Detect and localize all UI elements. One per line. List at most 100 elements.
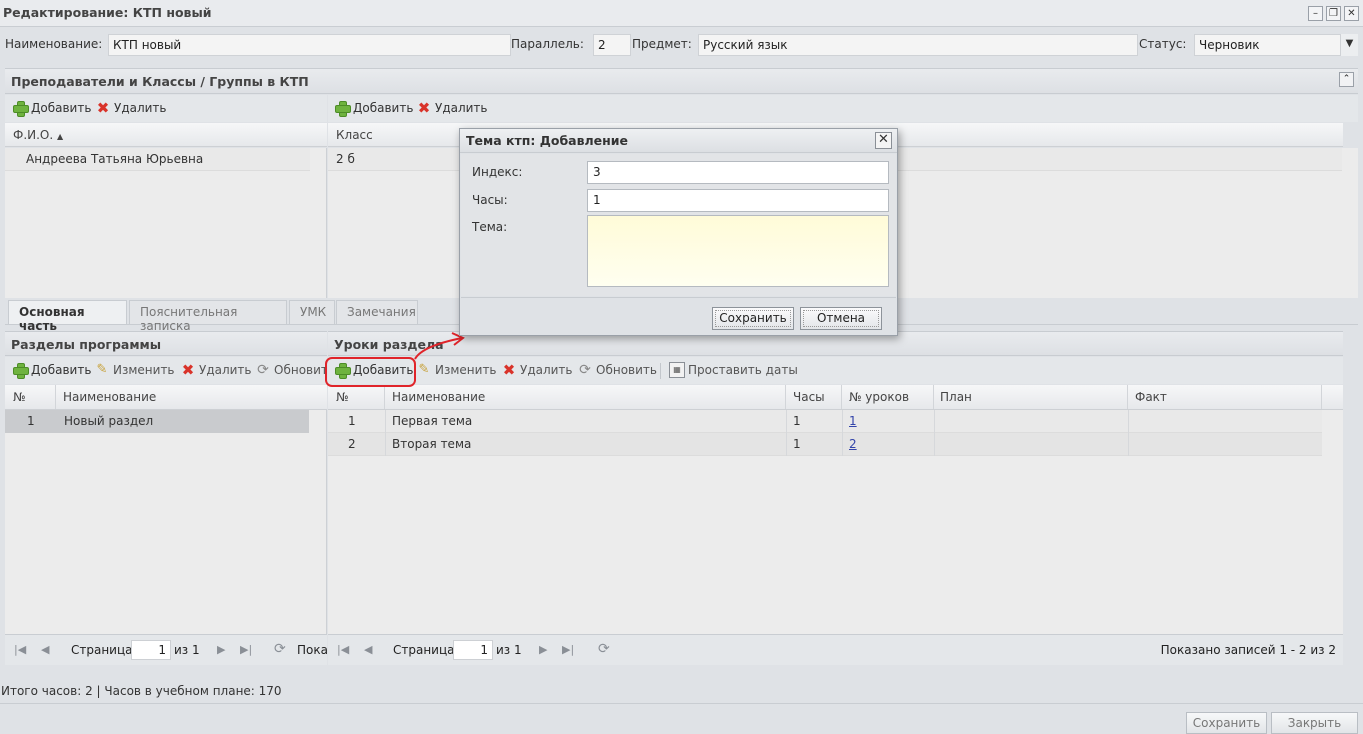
lesson-fact-header[interactable]: Факт bbox=[1128, 385, 1322, 409]
dialog-close-icon[interactable]: ✕ bbox=[875, 132, 892, 149]
column-divider bbox=[842, 433, 843, 456]
first-page-icon[interactable]: |◀ bbox=[337, 643, 349, 656]
topic-textarea[interactable] bbox=[587, 215, 889, 287]
minimize-icon[interactable]: – bbox=[1308, 6, 1323, 21]
add-topic-dialog: Тема ктп: Добавление ✕ Индекс: 3 Часы: 1… bbox=[459, 128, 898, 336]
delete-icon: ✖ bbox=[181, 361, 195, 379]
lesson-row-numbers-link[interactable]: 1 bbox=[849, 414, 857, 428]
prev-page-icon[interactable]: ◀ bbox=[364, 643, 372, 656]
dialog-save-button[interactable]: Сохранить bbox=[712, 307, 794, 330]
sections-toolbar: Добавить ✎ Изменить ✖ Удалить ⟳ Обновить bbox=[5, 357, 327, 384]
hours-label: Часы: bbox=[472, 193, 508, 207]
close-icon[interactable]: ✕ bbox=[1344, 6, 1359, 21]
pencil-icon: ✎ bbox=[418, 362, 430, 377]
prev-page-icon[interactable]: ◀ bbox=[41, 643, 49, 656]
name-label: Наименование: bbox=[5, 37, 103, 51]
dialog-body: Индекс: 3 Часы: 1 Тема: bbox=[461, 154, 896, 296]
section-refresh-label: Обновить bbox=[274, 363, 327, 377]
restore-icon[interactable]: ❐ bbox=[1326, 6, 1341, 21]
lesson-plan-header[interactable]: План bbox=[934, 385, 1128, 409]
table-row[interactable]: 2 Вторая тема 1 2 bbox=[328, 433, 1322, 456]
teacher-add-label: Добавить bbox=[31, 101, 92, 115]
section-num-header[interactable]: № bbox=[5, 385, 56, 409]
lesson-row-numbers-link[interactable]: 2 bbox=[849, 437, 857, 451]
page-input[interactable]: 1 bbox=[131, 640, 171, 660]
page-input[interactable]: 1 bbox=[453, 640, 493, 660]
sections-panel-header: Разделы программы bbox=[5, 331, 327, 356]
class-name: 2 б bbox=[336, 152, 355, 166]
delete-icon: ✖ bbox=[96, 99, 110, 117]
subject-field[interactable]: Русский язык bbox=[698, 34, 1138, 56]
teachers-toolbar: Добавить ✖ Удалить bbox=[5, 95, 327, 122]
lesson-delete-button[interactable]: ✖ Удалить bbox=[501, 362, 573, 378]
next-page-icon[interactable]: ▶ bbox=[217, 643, 225, 656]
status-label: Статус: bbox=[1139, 37, 1187, 51]
window-titlebar: Редактирование: КТП новый – ❐ ✕ bbox=[0, 0, 1363, 27]
collapse-icon[interactable]: ⌃ bbox=[1339, 72, 1354, 87]
plus-icon bbox=[12, 362, 29, 379]
class-delete-button[interactable]: ✖ Удалить bbox=[416, 100, 488, 116]
teacher-delete-button[interactable]: ✖ Удалить bbox=[95, 100, 167, 116]
sort-asc-icon: ▲ bbox=[57, 132, 64, 141]
parallel-field[interactable]: 2 bbox=[593, 34, 631, 56]
lesson-numbers-header[interactable]: № уроков bbox=[842, 385, 934, 409]
lesson-num-header[interactable]: № bbox=[328, 385, 385, 409]
delete-icon: ✖ bbox=[502, 361, 516, 379]
class-add-button[interactable]: Добавить bbox=[334, 100, 414, 117]
section-refresh-button[interactable]: ⟳ Обновить bbox=[255, 362, 327, 378]
lesson-edit-label: Изменить bbox=[435, 363, 497, 377]
add-button-highlight bbox=[325, 357, 416, 387]
first-page-icon[interactable]: |◀ bbox=[14, 643, 26, 656]
lesson-refresh-button[interactable]: ⟳ Обновить bbox=[577, 362, 657, 378]
sections-grid-header: № Наименование bbox=[5, 385, 327, 410]
next-page-icon[interactable]: ▶ bbox=[539, 643, 547, 656]
records-shown: Пока bbox=[297, 643, 327, 657]
lesson-row-num: 1 bbox=[348, 414, 356, 428]
tab-remarks[interactable]: Замечания bbox=[336, 300, 418, 324]
save-button[interactable]: Сохранить bbox=[1186, 712, 1267, 734]
toolbar-separator bbox=[660, 363, 661, 379]
sections-grid-body: 1 Новый раздел bbox=[5, 410, 327, 634]
window-title: Редактирование: КТП новый bbox=[3, 5, 212, 20]
table-row[interactable]: 1 Первая тема 1 1 bbox=[328, 410, 1322, 433]
section-add-button[interactable]: Добавить bbox=[12, 362, 91, 379]
class-add-label: Добавить bbox=[353, 101, 414, 115]
page-count: из 1 bbox=[174, 643, 200, 657]
status-select[interactable]: Черновик bbox=[1194, 34, 1358, 56]
lesson-name-header[interactable]: Наименование bbox=[385, 385, 786, 409]
refresh-icon[interactable]: ⟳ bbox=[598, 641, 610, 657]
chevron-down-icon[interactable]: ▼ bbox=[1340, 34, 1358, 56]
lesson-hours-header[interactable]: Часы bbox=[786, 385, 842, 409]
refresh-icon: ⟳ bbox=[257, 362, 269, 378]
section-name-header[interactable]: Наименование bbox=[63, 390, 156, 404]
refresh-icon[interactable]: ⟳ bbox=[274, 641, 286, 657]
last-page-icon[interactable]: ▶| bbox=[562, 643, 574, 656]
dialog-cancel-button[interactable]: Отмена bbox=[800, 307, 882, 330]
close-button[interactable]: Закрыть bbox=[1271, 712, 1358, 734]
header-form: Наименование: КТП новый Параллель: 2 Пре… bbox=[0, 28, 1363, 64]
tab-main[interactable]: Основная часть bbox=[8, 300, 127, 333]
lessons-grid-header: № Наименование Часы № уроков План Факт bbox=[328, 385, 1343, 410]
section-row-num: 1 bbox=[27, 414, 35, 428]
section-delete-button[interactable]: ✖ Удалить bbox=[180, 362, 252, 378]
fio-column-header[interactable]: Ф.И.О. ▲ bbox=[13, 128, 63, 142]
page-count: из 1 bbox=[496, 643, 522, 657]
lesson-edit-button[interactable]: ✎ Изменить bbox=[416, 362, 497, 378]
lessons-toolbar: Добавить ✎ Изменить ✖ Удалить ⟳ Обновить ▦ П… bbox=[328, 357, 1343, 384]
tab-umk[interactable]: УМК bbox=[289, 300, 335, 324]
status-text: Итого часов: 2 | Часов в учебном плане: … bbox=[1, 684, 282, 698]
last-page-icon[interactable]: ▶| bbox=[240, 643, 252, 656]
teacher-add-button[interactable]: Добавить bbox=[12, 100, 92, 117]
name-field[interactable]: КТП новый bbox=[108, 34, 511, 56]
set-dates-button[interactable]: ▦ Проставить даты bbox=[669, 362, 798, 378]
index-input[interactable]: 3 bbox=[587, 161, 889, 184]
table-row[interactable]: 1 Новый раздел bbox=[5, 410, 309, 433]
page-label: Страница bbox=[393, 643, 455, 657]
table-row[interactable]: Андреева Татьяна Юрьевна bbox=[5, 148, 310, 171]
tab-explanatory-note[interactable]: Пояснительная записка bbox=[129, 300, 287, 333]
section-edit-button[interactable]: ✎ Изменить bbox=[94, 362, 175, 378]
class-column-header[interactable]: Класс bbox=[336, 128, 373, 142]
dialog-divider bbox=[461, 297, 896, 298]
lesson-row-hours: 1 bbox=[793, 437, 801, 451]
hours-input[interactable]: 1 bbox=[587, 189, 889, 212]
